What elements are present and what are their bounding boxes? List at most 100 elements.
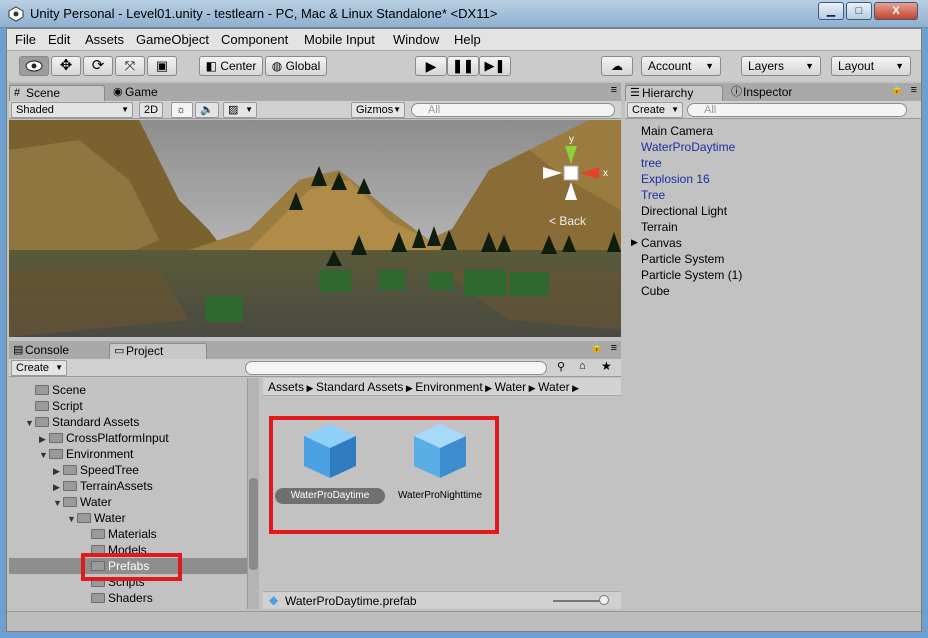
hierarchy-item[interactable]: Terrain: [641, 219, 678, 235]
shading-mode-dropdown[interactable]: Shaded ▼: [11, 102, 133, 118]
expand-arrow-icon[interactable]: ▶: [39, 431, 49, 447]
layers-dropdown[interactable]: Layers ▼: [741, 56, 821, 76]
tree-item-crossplatforminput[interactable]: ▶ CrossPlatformInput: [9, 430, 247, 446]
lock-icon[interactable]: 🔒: [891, 84, 903, 95]
status-bar: [7, 611, 921, 631]
scene-viewport[interactable]: y x < Back: [9, 120, 621, 337]
pause-button[interactable]: ❚❚: [447, 56, 479, 76]
global-local-toggle[interactable]: ◍ Global: [265, 56, 327, 76]
collapse-arrow-icon[interactable]: ▼: [39, 447, 49, 463]
collab-cloud-button[interactable]: ☁: [601, 56, 633, 76]
tab-inspector[interactable]: ⓘ Inspector: [727, 85, 825, 101]
hierarchy-item[interactable]: Particle System: [641, 251, 724, 267]
hierarchy-create-dropdown[interactable]: Create ▼: [627, 102, 683, 118]
tree-scrollbar-thumb[interactable]: [249, 478, 258, 570]
project-create-dropdown[interactable]: Create ▼: [11, 360, 67, 376]
hierarchy-item[interactable]: WaterProDaytime: [641, 139, 735, 155]
scale-tool-button[interactable]: ⤧: [115, 56, 145, 76]
hierarchy-item[interactable]: Particle System (1): [641, 267, 742, 283]
hierarchy-search-input[interactable]: All: [687, 103, 907, 117]
menu-edit[interactable]: Edit: [48, 32, 70, 47]
tree-item-materials[interactable]: Materials: [9, 526, 247, 542]
assets-highlight-box: [269, 416, 499, 534]
pivot-center-toggle[interactable]: ◧ Center: [199, 56, 263, 76]
view-tool-button[interactable]: [19, 56, 49, 76]
panel-menu-icon[interactable]: ≡: [611, 342, 617, 354]
menu-help[interactable]: Help: [454, 32, 481, 47]
project-search-input[interactable]: [245, 361, 547, 375]
menu-window[interactable]: Window: [393, 32, 439, 47]
hierarchy-item[interactable]: tree: [641, 155, 662, 171]
tree-item-scene[interactable]: Scene: [9, 382, 247, 398]
tab-console[interactable]: ▤ Console: [9, 343, 105, 359]
title-bar: Unity Personal - Level01.unity - testlea…: [0, 0, 928, 28]
panel-menu-icon[interactable]: ≡: [611, 84, 617, 96]
collapse-arrow-icon[interactable]: ▼: [25, 415, 35, 431]
hierarchy-item[interactable]: Directional Light: [641, 203, 727, 219]
breadcrumb-item[interactable]: Water: [538, 380, 570, 394]
breadcrumb-item[interactable]: Water: [495, 380, 527, 394]
tree-item-standard-assets[interactable]: ▼ Standard Assets: [9, 414, 247, 430]
maximize-button[interactable]: □: [846, 2, 872, 20]
hierarchy-item[interactable]: Main Camera: [641, 123, 713, 139]
lighting-toggle[interactable]: ☼: [171, 102, 193, 118]
hierarchy-item[interactable]: Cube: [641, 283, 670, 299]
move-tool-button[interactable]: ✥: [51, 56, 81, 76]
expand-arrow-icon[interactable]: ▶: [53, 479, 63, 495]
menu-gameobject[interactable]: GameObject: [136, 32, 209, 47]
tree-item-speedtree[interactable]: ▶ SpeedTree: [9, 462, 247, 478]
breadcrumb-item[interactable]: Assets: [268, 380, 304, 394]
tree-item-shaders[interactable]: Shaders: [9, 590, 247, 606]
filter-type-icon[interactable]: ⚲: [557, 360, 565, 373]
tab-scene[interactable]: # Scene: [9, 85, 105, 101]
panel-menu-icon[interactable]: ≡: [911, 84, 917, 96]
rect-tool-button[interactable]: ▣: [147, 56, 177, 76]
tree-item-terrainassets[interactable]: ▶ TerrainAssets: [9, 478, 247, 494]
menu-file[interactable]: File: [15, 32, 36, 47]
rotate-tool-button[interactable]: ⟳: [83, 56, 113, 76]
effects-dropdown[interactable]: ▨ ▼: [223, 102, 257, 118]
eye-icon: [25, 60, 43, 72]
tab-console-label: Console: [25, 343, 70, 357]
filter-label-icon[interactable]: ⌂: [579, 360, 586, 372]
tree-item-label: SpeedTree: [80, 463, 139, 477]
dropdown-arrow-icon: ▼: [245, 105, 253, 114]
audio-toggle[interactable]: 🔈: [195, 102, 219, 118]
icon-size-slider[interactable]: [553, 600, 603, 602]
hierarchy-item[interactable]: Canvas: [641, 235, 682, 251]
tab-hierarchy[interactable]: ☰ Hierarchy: [625, 85, 723, 101]
tree-item-script[interactable]: Script: [9, 398, 247, 414]
tree-item-label: Standard Assets: [52, 415, 140, 429]
breadcrumb-item[interactable]: Environment: [415, 380, 482, 394]
tab-project[interactable]: ▭ Project: [109, 343, 207, 359]
tree-item-environment[interactable]: ▼ Environment: [9, 446, 247, 462]
folder-icon: [91, 593, 105, 603]
collapse-arrow-icon[interactable]: ▼: [67, 511, 77, 527]
step-button[interactable]: ▶❚: [479, 56, 511, 76]
toggle-2d-button[interactable]: 2D: [139, 102, 163, 118]
icon-size-slider-thumb[interactable]: [599, 595, 609, 605]
close-button[interactable]: X: [874, 2, 918, 20]
collapse-arrow-icon[interactable]: ▼: [53, 495, 63, 511]
tab-game[interactable]: ◉ Game: [109, 85, 205, 101]
minimize-button[interactable]: ▁: [818, 2, 844, 20]
tree-item-water[interactable]: ▼ Water: [9, 494, 247, 510]
scene-search-input[interactable]: All: [411, 103, 615, 117]
menu-mobile-input[interactable]: Mobile Input: [304, 32, 375, 47]
tree-scrollbar[interactable]: [247, 378, 259, 609]
account-dropdown[interactable]: Account ▼: [641, 56, 721, 76]
tree-item-label: Water: [94, 511, 126, 525]
tree-item-water-sub[interactable]: ▼ Water: [9, 510, 247, 526]
breadcrumb-item[interactable]: Standard Assets: [316, 380, 403, 394]
menu-component[interactable]: Component: [221, 32, 288, 47]
gizmos-dropdown[interactable]: Gizmos ▼: [351, 102, 405, 118]
layout-dropdown[interactable]: Layout ▼: [831, 56, 911, 76]
hierarchy-item[interactable]: Explosion 16: [641, 171, 710, 187]
expand-arrow-icon[interactable]: ▶: [53, 463, 63, 479]
play-button[interactable]: ▶: [415, 56, 447, 76]
lock-icon[interactable]: 🔒: [591, 342, 603, 353]
favorite-star-icon[interactable]: ★: [601, 359, 612, 373]
hierarchy-item[interactable]: Tree: [641, 187, 665, 203]
expand-arrow-icon[interactable]: ▶: [631, 237, 638, 248]
menu-assets[interactable]: Assets: [85, 32, 124, 47]
